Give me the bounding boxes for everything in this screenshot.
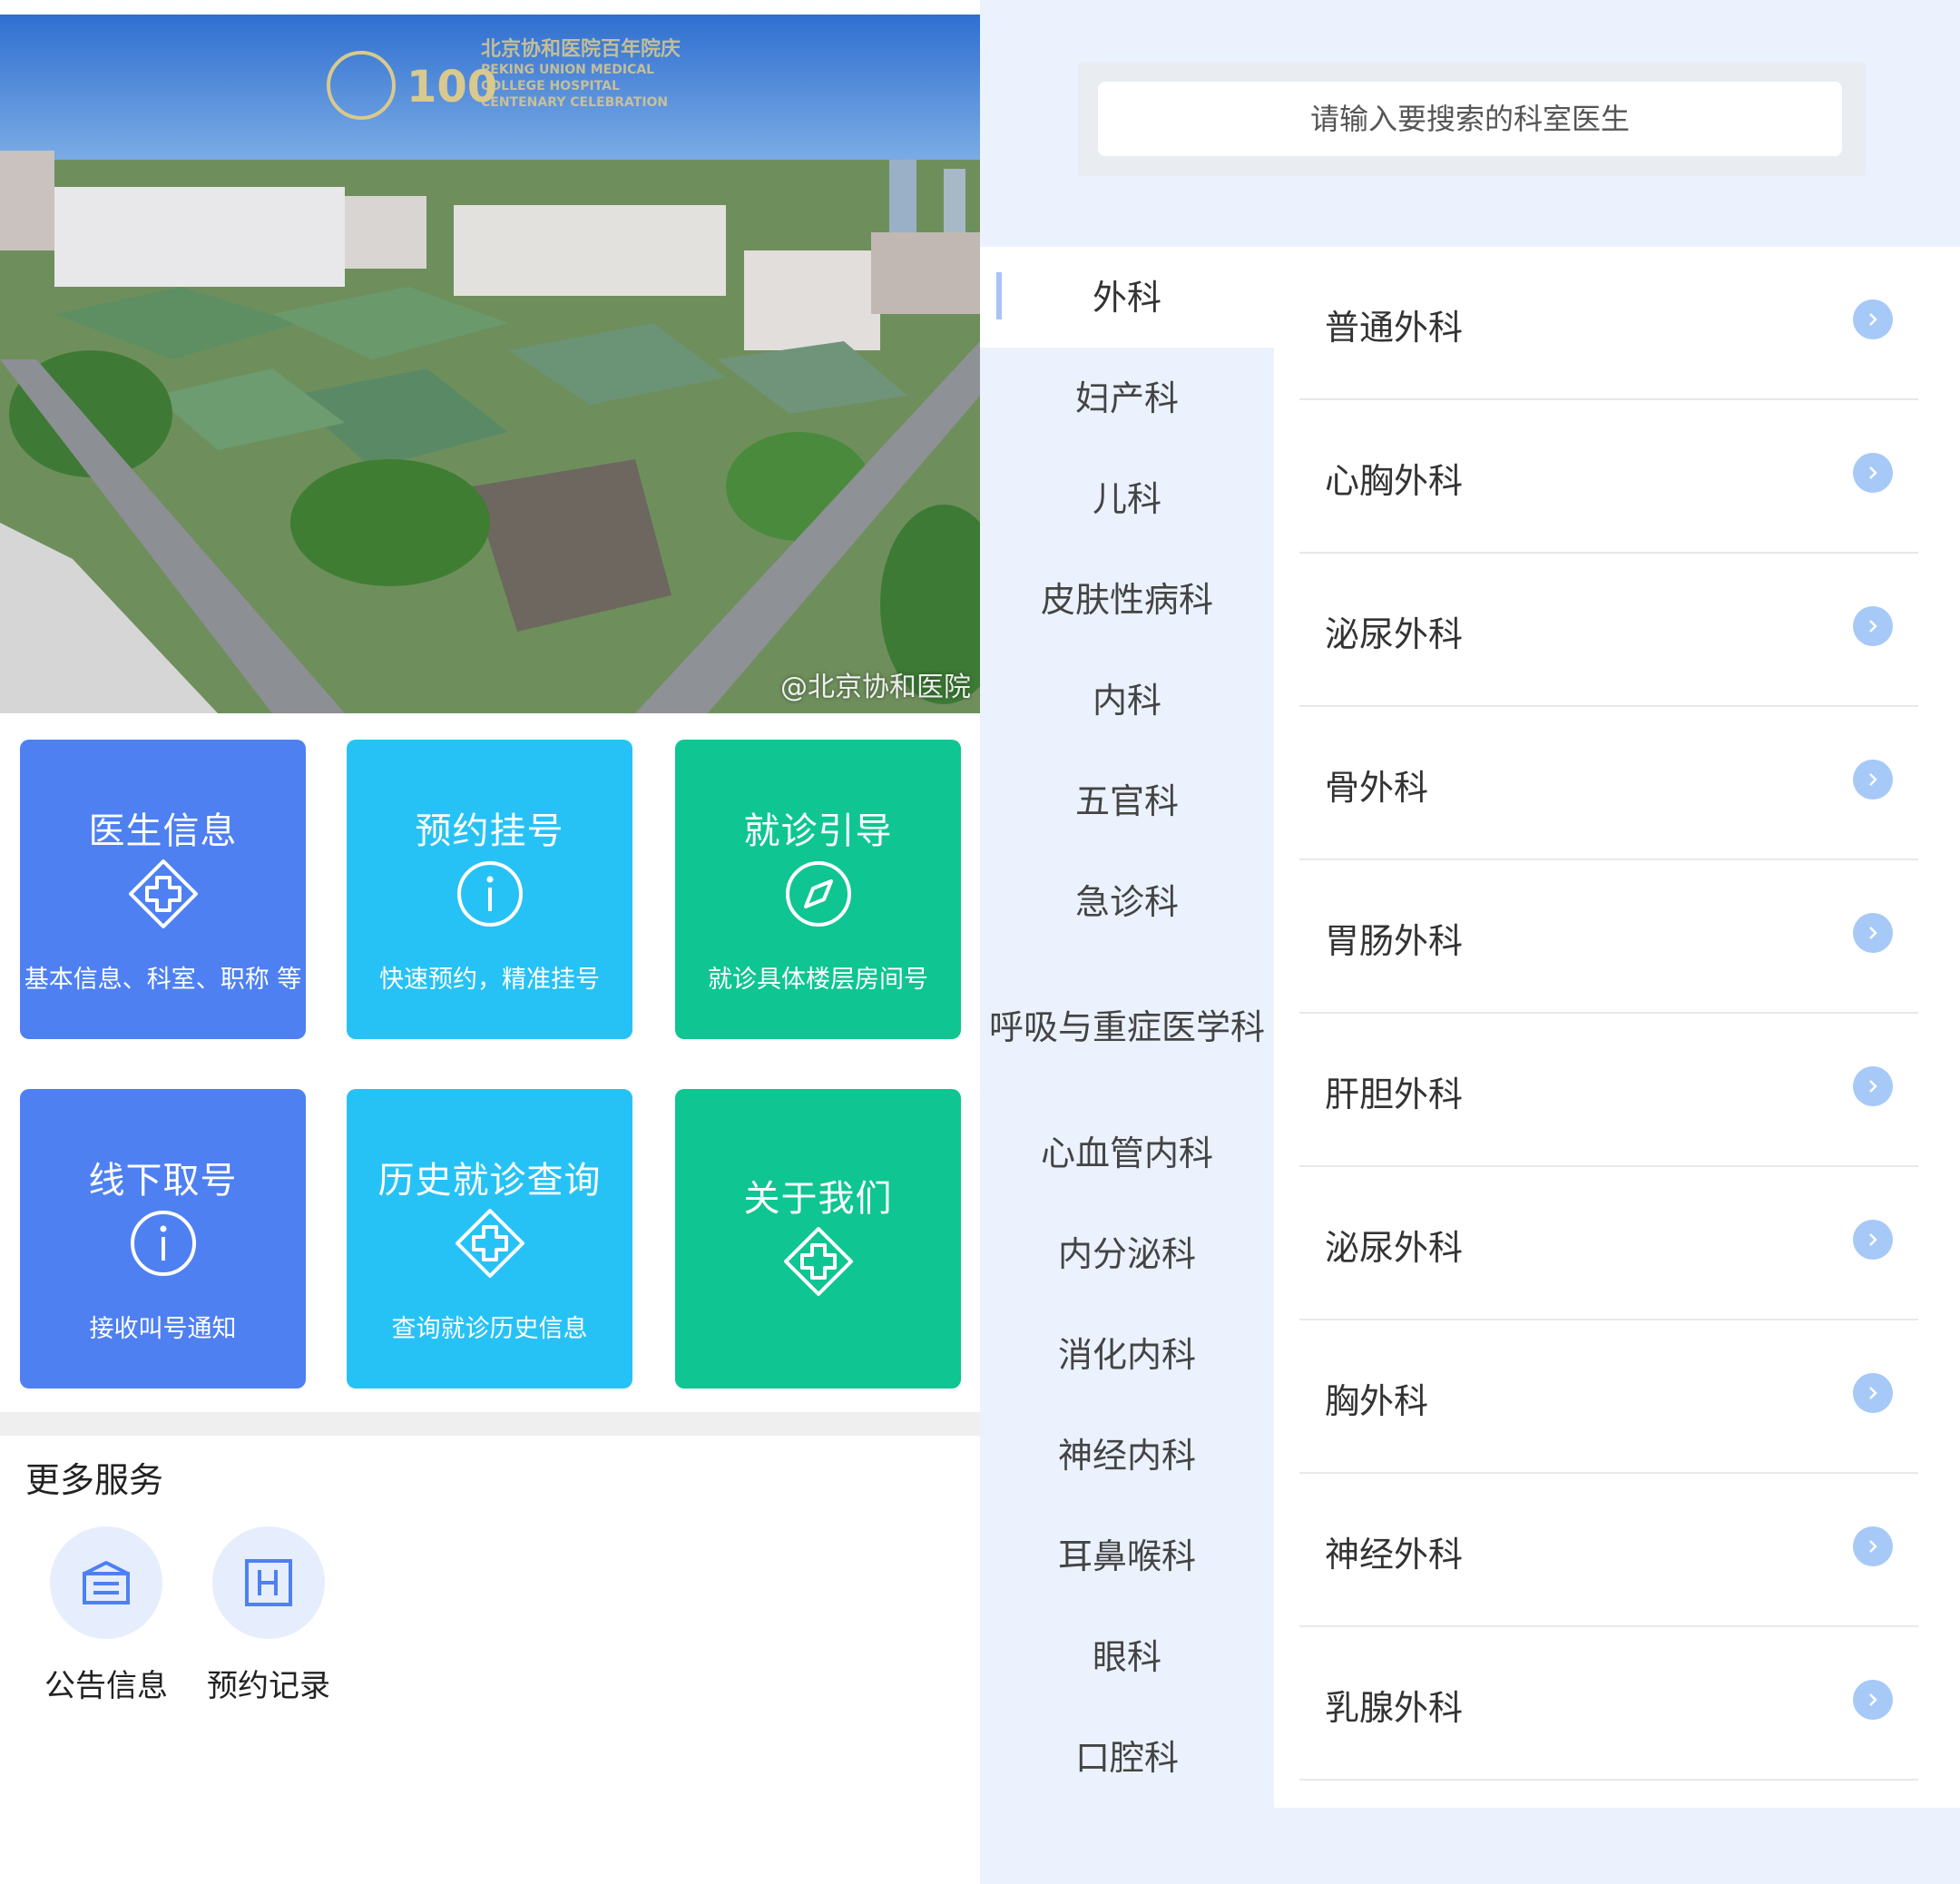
logo-line-3: COLLEGE HOSPITAL xyxy=(481,79,620,93)
department-label: 泌尿外科 xyxy=(1325,1228,1464,1268)
service-label: 预约记录 xyxy=(207,1668,330,1704)
service-announcement[interactable]: 公告信息 xyxy=(44,1526,168,1705)
chevron-right-icon xyxy=(1853,1680,1893,1720)
medical-cross-icon xyxy=(128,859,198,928)
compass-icon xyxy=(785,861,851,927)
tile-about-us[interactable]: 关于我们 xyxy=(675,1089,961,1388)
department-row[interactable]: 乳腺外科 xyxy=(1299,1627,1918,1781)
category-item-dermatology[interactable]: 皮肤性病科 xyxy=(980,549,1274,650)
department-row[interactable]: 神经外科 xyxy=(1299,1474,1918,1627)
tile-offline-ticket[interactable]: 线下取号 接收叫号通知 xyxy=(20,1089,306,1388)
chevron-right-icon xyxy=(1853,453,1893,493)
tile-title: 线下取号 xyxy=(88,1160,238,1202)
chevron-right-icon xyxy=(1853,1526,1893,1566)
department-label: 骨外科 xyxy=(1325,768,1429,808)
hospital-aerial-photo: 100 xyxy=(0,15,980,713)
tile-subtitle: 接收叫号通知 xyxy=(89,1315,237,1343)
category-item-otolaryngology[interactable]: 耳鼻喉科 xyxy=(980,1506,1274,1606)
category-item-emergency[interactable]: 急诊科 xyxy=(980,851,1274,952)
tile-subtitle: 快速预约，精准挂号 xyxy=(379,966,600,994)
department-row[interactable]: 泌尿外科 xyxy=(1299,1167,1918,1320)
department-label: 乳腺外科 xyxy=(1325,1688,1464,1728)
department-row[interactable]: 骨外科 xyxy=(1299,707,1918,860)
chevron-right-icon xyxy=(1853,913,1893,953)
department-label: 肝胆外科 xyxy=(1325,1074,1464,1114)
hospital-banner-image[interactable]: 100 北京协和医院百年院庆 PEKING UNION MEDICAL COLL… xyxy=(0,15,980,713)
category-item-surgery[interactable]: 外科 xyxy=(980,247,1274,348)
service-tiles: 医生信息 基本信息、科室、职称 等 预约挂号 快速预约，精准挂号 就诊引导 就诊… xyxy=(20,740,961,1388)
chevron-right-icon xyxy=(1853,1373,1893,1413)
tile-visit-guide[interactable]: 就诊引导 就诊具体楼层房间号 xyxy=(675,740,961,1039)
department-label: 神经外科 xyxy=(1325,1535,1464,1575)
chevron-right-icon xyxy=(1853,760,1893,800)
department-panel: 外科 妇产科 儿科 皮肤性病科 内科 五官科 急诊科 呼吸与重症医学科 心血管内… xyxy=(980,0,1960,1884)
info-icon xyxy=(456,861,523,927)
category-item-pediatrics[interactable]: 儿科 xyxy=(980,448,1274,549)
tile-doctor-info[interactable]: 医生信息 基本信息、科室、职称 等 xyxy=(20,740,306,1039)
tile-subtitle: 查询就诊历史信息 xyxy=(391,1315,588,1343)
category-sidebar: 外科 妇产科 儿科 皮肤性病科 内科 五官科 急诊科 呼吸与重症医学科 心血管内… xyxy=(980,247,1274,1808)
department-label: 胸外科 xyxy=(1325,1381,1429,1421)
category-item-obstetrics[interactable]: 妇产科 xyxy=(980,348,1274,448)
announcement-icon-circle xyxy=(50,1526,162,1639)
tile-title: 就诊引导 xyxy=(743,810,893,852)
app-root: 100 北京协和医院百年院庆 PEKING UNION MEDICAL COLL… xyxy=(0,0,1960,1884)
search-input[interactable] xyxy=(1098,82,1842,156)
announcement-icon xyxy=(83,1561,130,1604)
tile-visit-history[interactable]: 历史就诊查询 查询就诊历史信息 xyxy=(347,1089,632,1388)
weibo-watermark: @北京协和医院 xyxy=(780,672,971,703)
department-row[interactable]: 心胸外科 xyxy=(1299,400,1918,554)
tile-title: 预约挂号 xyxy=(415,810,564,852)
category-item-endocrinology[interactable]: 内分泌科 xyxy=(980,1203,1274,1304)
chevron-right-icon xyxy=(1853,1066,1893,1106)
tile-title: 医生信息 xyxy=(88,810,238,852)
more-services-title: 更多服务 xyxy=(25,1460,164,1500)
tile-title: 历史就诊查询 xyxy=(377,1160,602,1202)
home-panel: 100 北京协和医院百年院庆 PEKING UNION MEDICAL COLL… xyxy=(0,0,980,1884)
service-appointment-records[interactable]: 预约记录 xyxy=(207,1526,330,1705)
category-item-ophthalmology[interactable]: 眼科 xyxy=(980,1606,1274,1707)
category-item-neurology[interactable]: 神经内科 xyxy=(980,1405,1274,1506)
department-row[interactable]: 胃肠外科 xyxy=(1299,860,1918,1014)
department-row[interactable]: 肝胆外科 xyxy=(1299,1014,1918,1167)
info-icon xyxy=(130,1211,196,1276)
medical-cross-icon xyxy=(783,1227,853,1296)
category-item-stomatology[interactable]: 口腔科 xyxy=(980,1707,1274,1808)
department-label: 泌尿外科 xyxy=(1325,614,1464,654)
tile-subtitle: 基本信息、科室、职称 等 xyxy=(24,966,302,994)
centenary-logo: 北京协和医院百年院庆 PEKING UNION MEDICAL COLLEGE … xyxy=(481,38,681,111)
service-label: 公告信息 xyxy=(44,1668,168,1704)
section-divider xyxy=(0,1412,980,1436)
department-row[interactable]: 普通外科 xyxy=(1299,247,1918,400)
chevron-right-icon xyxy=(1853,1220,1893,1260)
chevron-right-icon xyxy=(1853,299,1893,339)
department-row[interactable]: 胸外科 xyxy=(1299,1320,1918,1474)
department-label: 普通外科 xyxy=(1325,308,1464,348)
department-list: 普通外科 心胸外科 泌尿外科 骨外科 胃肠外科 肝胆外科 泌尿外科 胸外科 神经… xyxy=(1274,247,1960,1808)
category-item-internal-medicine[interactable]: 内科 xyxy=(980,650,1274,751)
department-label: 胃肠外科 xyxy=(1325,921,1464,961)
logo-line-1: 北京协和医院百年院庆 xyxy=(481,38,681,61)
category-item-respiratory-critical-care[interactable]: 呼吸与重症医学科 xyxy=(980,952,1274,1103)
hospital-record-icon xyxy=(245,1559,292,1606)
logo-line-2: PEKING UNION MEDICAL xyxy=(481,63,655,77)
logo-line-4: CENTENARY CELEBRATION xyxy=(481,95,669,110)
category-item-ent-general[interactable]: 五官科 xyxy=(980,751,1274,851)
tile-appointment[interactable]: 预约挂号 快速预约，精准挂号 xyxy=(347,740,632,1039)
tile-title: 关于我们 xyxy=(743,1178,893,1220)
record-icon-circle xyxy=(212,1526,325,1639)
medical-cross-icon xyxy=(455,1209,524,1278)
category-item-gastroenterology[interactable]: 消化内科 xyxy=(980,1304,1274,1405)
department-row[interactable]: 泌尿外科 xyxy=(1299,554,1918,707)
chevron-right-icon xyxy=(1853,606,1893,646)
department-label: 心胸外科 xyxy=(1325,461,1464,501)
category-item-cardiology[interactable]: 心血管内科 xyxy=(980,1103,1274,1203)
tile-subtitle: 就诊具体楼层房间号 xyxy=(708,966,928,994)
